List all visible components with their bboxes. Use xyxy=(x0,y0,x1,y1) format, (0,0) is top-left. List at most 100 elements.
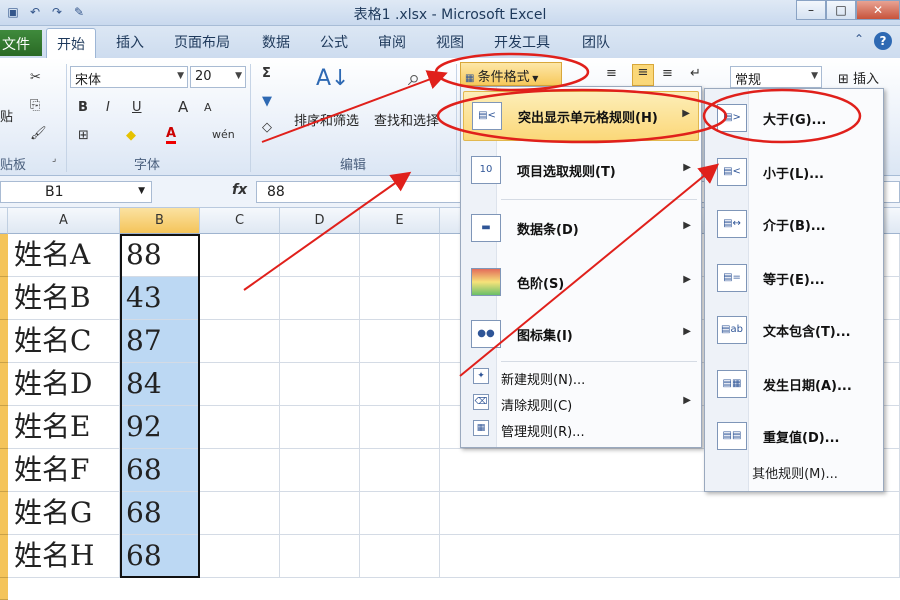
tab-team[interactable]: 团队 xyxy=(582,32,610,52)
insert-function-button[interactable]: fx xyxy=(232,182,247,198)
menu-item-data-bars[interactable]: ▬ 数据条(D) ▶ xyxy=(463,203,699,253)
empty-cell[interactable] xyxy=(280,277,360,320)
score-cell[interactable]: 68 xyxy=(120,449,200,492)
empty-cell[interactable] xyxy=(360,449,440,492)
menu-item-duplicate-values[interactable]: ▤▤ 重复值(D)... xyxy=(707,411,883,461)
row-header[interactable] xyxy=(0,578,8,600)
row-header[interactable] xyxy=(0,535,8,578)
empty-cell[interactable] xyxy=(280,492,360,535)
border-icon[interactable]: ⊞ xyxy=(78,128,89,143)
sort-filter-label[interactable]: 排序和筛选 xyxy=(294,110,359,129)
tab-formulas[interactable]: 公式 xyxy=(320,32,348,52)
name-cell[interactable]: 姓名B xyxy=(8,277,120,320)
close-icon[interactable]: ✕ xyxy=(856,0,900,20)
menu-item-less-than[interactable]: ▤< 小于(L)... xyxy=(707,147,883,197)
empty-cell[interactable] xyxy=(200,406,280,449)
empty-cell[interactable] xyxy=(200,363,280,406)
column-header-b[interactable]: B xyxy=(120,208,200,234)
menu-item-text-contains[interactable]: ▤ab 文本包含(T)... xyxy=(707,305,883,355)
column-header-e[interactable]: E xyxy=(360,208,440,234)
name-cell[interactable]: 姓名H xyxy=(8,535,120,578)
name-cell[interactable]: 姓名D xyxy=(8,363,120,406)
align-top-icon[interactable]: ≡ xyxy=(606,66,617,81)
name-cell[interactable]: 姓名E xyxy=(8,406,120,449)
name-cell[interactable]: 姓名A xyxy=(8,234,120,277)
conditional-format-button[interactable]: ▦ 条件格式 ▼ xyxy=(460,62,562,86)
row-header[interactable] xyxy=(0,492,8,535)
column-header-c[interactable]: C xyxy=(200,208,280,234)
empty-cell[interactable] xyxy=(440,492,900,535)
score-cell[interactable]: 84 xyxy=(120,363,200,406)
name-cell[interactable]: 姓名C xyxy=(8,320,120,363)
fill-color-icon[interactable]: ◆ xyxy=(126,128,136,143)
score-cell[interactable]: 68 xyxy=(120,535,200,578)
score-cell[interactable]: 43 xyxy=(120,277,200,320)
empty-cell[interactable] xyxy=(280,406,360,449)
empty-cell[interactable] xyxy=(280,320,360,363)
empty-cell[interactable] xyxy=(440,535,900,578)
score-cell[interactable]: 87 xyxy=(120,320,200,363)
empty-cell[interactable] xyxy=(360,234,440,277)
clear-icon[interactable]: ◇ xyxy=(262,120,272,135)
score-cell[interactable]: 88 xyxy=(120,234,200,277)
column-header-d[interactable]: D xyxy=(280,208,360,234)
row-header[interactable] xyxy=(0,406,8,449)
find-select-label[interactable]: 查找和选择 xyxy=(374,110,439,129)
autosum-button[interactable]: Σ xyxy=(262,66,271,81)
cut-icon[interactable]: ✂ xyxy=(30,70,41,85)
empty-cell[interactable] xyxy=(360,492,440,535)
grow-font-button[interactable]: A xyxy=(178,98,188,116)
menu-item-manage-rules[interactable]: ▦ 管理规则(R)... xyxy=(463,416,699,442)
row-header[interactable] xyxy=(0,449,8,492)
empty-cell[interactable] xyxy=(360,320,440,363)
tab-review[interactable]: 审阅 xyxy=(378,32,406,52)
help-icon[interactable]: ? xyxy=(874,32,892,50)
font-color-button[interactable]: A xyxy=(166,126,177,144)
menu-item-clear-rules[interactable]: ⌫ 清除规则(C) ▶ xyxy=(463,390,699,416)
row-header[interactable] xyxy=(0,234,8,277)
insert-cells-button[interactable]: ⊞ 插入 xyxy=(838,68,879,87)
align-middle-icon[interactable]: ≡ xyxy=(632,64,654,86)
name-cell[interactable]: 姓名F xyxy=(8,449,120,492)
menu-item-date-occurring[interactable]: ▤▦ 发生日期(A)... xyxy=(707,359,883,409)
shrink-font-button[interactable]: A xyxy=(204,101,212,114)
row-header[interactable] xyxy=(0,363,8,406)
brush-icon[interactable]: 🖌 xyxy=(30,126,47,141)
empty-cell[interactable] xyxy=(360,535,440,578)
score-cell[interactable]: 92 xyxy=(120,406,200,449)
collapse-ribbon-icon[interactable]: ⌃ xyxy=(854,32,864,46)
select-all-corner[interactable] xyxy=(0,208,8,234)
row-header[interactable] xyxy=(0,277,8,320)
name-box[interactable]: B1 ▼ xyxy=(0,181,152,203)
menu-item-top-bottom-rules[interactable]: 10 项目选取规则(T) ▶ xyxy=(463,145,699,195)
row-header[interactable] xyxy=(0,320,8,363)
menu-item-greater-than[interactable]: ▤> 大于(G)... xyxy=(707,93,883,143)
empty-cell[interactable] xyxy=(200,492,280,535)
tab-insert[interactable]: 插入 xyxy=(116,32,144,52)
fill-down-icon[interactable]: ▼ xyxy=(262,94,272,109)
font-name-combo[interactable]: 宋体 ▼ xyxy=(70,66,188,88)
wrap-text-icon[interactable]: ↵ xyxy=(690,66,701,81)
empty-cell[interactable] xyxy=(280,363,360,406)
menu-item-color-scales[interactable]: 色阶(S) ▶ xyxy=(463,257,699,307)
find-select-icon[interactable]: ⌕ xyxy=(398,66,430,100)
empty-cell[interactable] xyxy=(360,363,440,406)
empty-cell[interactable] xyxy=(360,406,440,449)
phonetic-button[interactable]: wén xyxy=(212,128,235,141)
tab-data[interactable]: 数据 xyxy=(262,32,290,52)
tab-page-layout[interactable]: 页面布局 xyxy=(174,32,230,52)
minimize-icon[interactable]: – xyxy=(796,0,826,20)
menu-item-new-rule[interactable]: ✦ 新建规则(N)... xyxy=(463,364,699,390)
copy-icon[interactable]: ⎘ xyxy=(30,98,40,113)
empty-cell[interactable] xyxy=(200,535,280,578)
italic-button[interactable]: I xyxy=(106,100,110,115)
empty-cell[interactable] xyxy=(280,234,360,277)
paste-label[interactable]: 贴 xyxy=(0,106,13,125)
empty-cell[interactable] xyxy=(200,449,280,492)
empty-cell[interactable] xyxy=(280,535,360,578)
tab-file[interactable]: 文件 xyxy=(0,30,42,56)
font-size-combo[interactable]: 20 ▼ xyxy=(190,66,246,88)
menu-item-equal-to[interactable]: ▤= 等于(E)... xyxy=(707,253,883,303)
menu-item-highlight-rules[interactable]: ▤< 突出显示单元格规则(H) ▶ xyxy=(463,91,699,141)
menu-item-between[interactable]: ▤↔ 介于(B)... xyxy=(707,199,883,249)
